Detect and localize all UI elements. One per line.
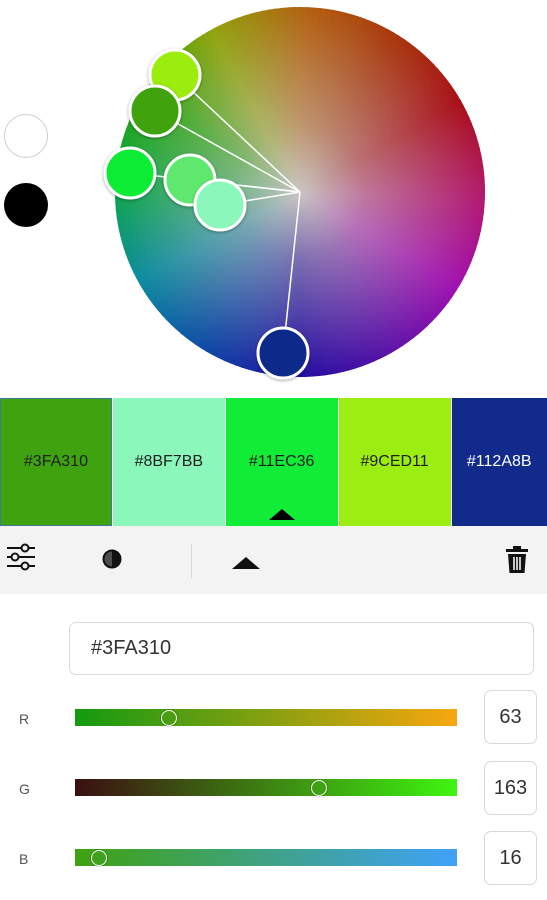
set-base-color-icon[interactable]	[231, 556, 261, 575]
red-slider[interactable]	[75, 709, 457, 726]
blue-value-field[interactable]: 16	[484, 831, 537, 885]
color-wheel[interactable]	[0, 0, 547, 398]
green-channel-label: G	[19, 781, 30, 797]
toolbar	[0, 526, 547, 594]
palette-swatch-2-hex: #8BF7BB	[134, 453, 204, 470]
red-value-field[interactable]: 63	[484, 690, 537, 744]
palette-strip: #3FA310 #8BF7BB #11EC36 #9CED11 #112A8B	[0, 398, 547, 526]
trash-icon[interactable]	[505, 546, 529, 579]
contrast-icon[interactable]	[102, 549, 122, 574]
marker-base-green[interactable]	[128, 84, 182, 138]
green-value-field[interactable]: 163	[484, 761, 537, 815]
marker-bright-green[interactable]	[103, 146, 157, 200]
green-slider-handle[interactable]	[311, 779, 328, 796]
palette-swatch-5-hex: #112A8B	[466, 453, 532, 470]
palette-swatch-2[interactable]: #8BF7BB	[112, 398, 225, 526]
marker-navy[interactable]	[256, 326, 310, 380]
palette-swatch-3[interactable]: #11EC36	[225, 398, 338, 526]
green-slider[interactable]	[75, 779, 457, 796]
color-wheel-area	[0, 0, 547, 398]
palette-swatch-3-hex: #11EC36	[248, 453, 315, 470]
blue-slider[interactable]	[75, 849, 457, 866]
base-color-marker-icon	[268, 509, 295, 520]
sliders-icon[interactable]	[6, 543, 36, 576]
palette-swatch-4-hex: #9CED11	[360, 453, 429, 470]
palette-swatch-1[interactable]: #3FA310	[0, 398, 112, 526]
blue-slider-handle[interactable]	[91, 849, 108, 866]
blue-channel-label: B	[19, 851, 29, 867]
toolbar-divider	[191, 544, 192, 578]
red-channel-label: R	[19, 711, 30, 727]
palette-swatch-4[interactable]: #9CED11	[338, 398, 451, 526]
palette-swatch-1-hex: #3FA310	[23, 453, 88, 470]
hex-input[interactable]: #3FA310	[69, 622, 534, 675]
marker-mint[interactable]	[193, 178, 247, 232]
color-editor-panel: #3FA310 R 63 G 163 B 16	[0, 594, 547, 900]
red-slider-handle[interactable]	[161, 709, 178, 726]
palette-swatch-5[interactable]: #112A8B	[451, 398, 547, 526]
